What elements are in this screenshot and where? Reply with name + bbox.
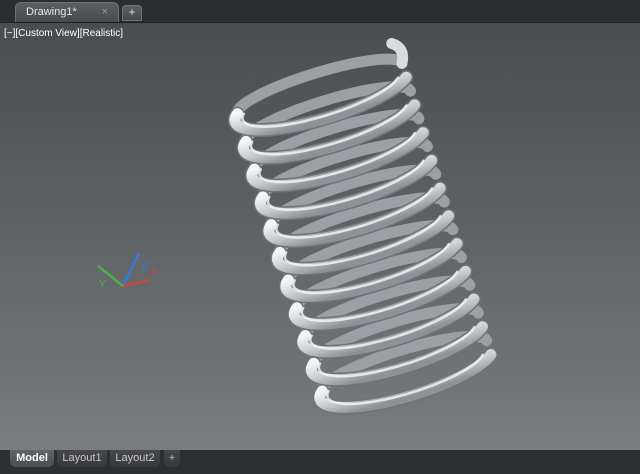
tab-model[interactable]: Model xyxy=(10,450,54,467)
layout-tab-bar: Model Layout1 Layout2 + xyxy=(0,450,640,474)
ucs-x-axis xyxy=(122,278,151,288)
file-tab-drawing1[interactable]: Drawing1* × xyxy=(15,2,119,22)
close-tab-icon[interactable]: × xyxy=(102,3,108,22)
add-layout-button[interactable]: + xyxy=(164,450,180,467)
ucs-z-label: Z xyxy=(142,262,149,274)
new-tab-button[interactable]: + xyxy=(122,5,142,21)
ucs-y-label: Y xyxy=(99,279,106,290)
file-tab-label: Drawing1* xyxy=(26,6,77,18)
tab-layout1[interactable]: Layout1 xyxy=(57,450,107,467)
ucs-x-label: X xyxy=(151,267,158,278)
file-tab-bar: Drawing1* × + xyxy=(0,0,640,23)
ucs-z-axis xyxy=(121,253,141,287)
tab-layout2[interactable]: Layout2 xyxy=(110,450,160,467)
spring-model xyxy=(228,38,498,415)
ucs-icon: Z X Y xyxy=(97,253,158,290)
drawing-viewport[interactable]: [−][Custom View][Realistic] Z X Y ✕ 🔧 xyxy=(0,23,640,450)
